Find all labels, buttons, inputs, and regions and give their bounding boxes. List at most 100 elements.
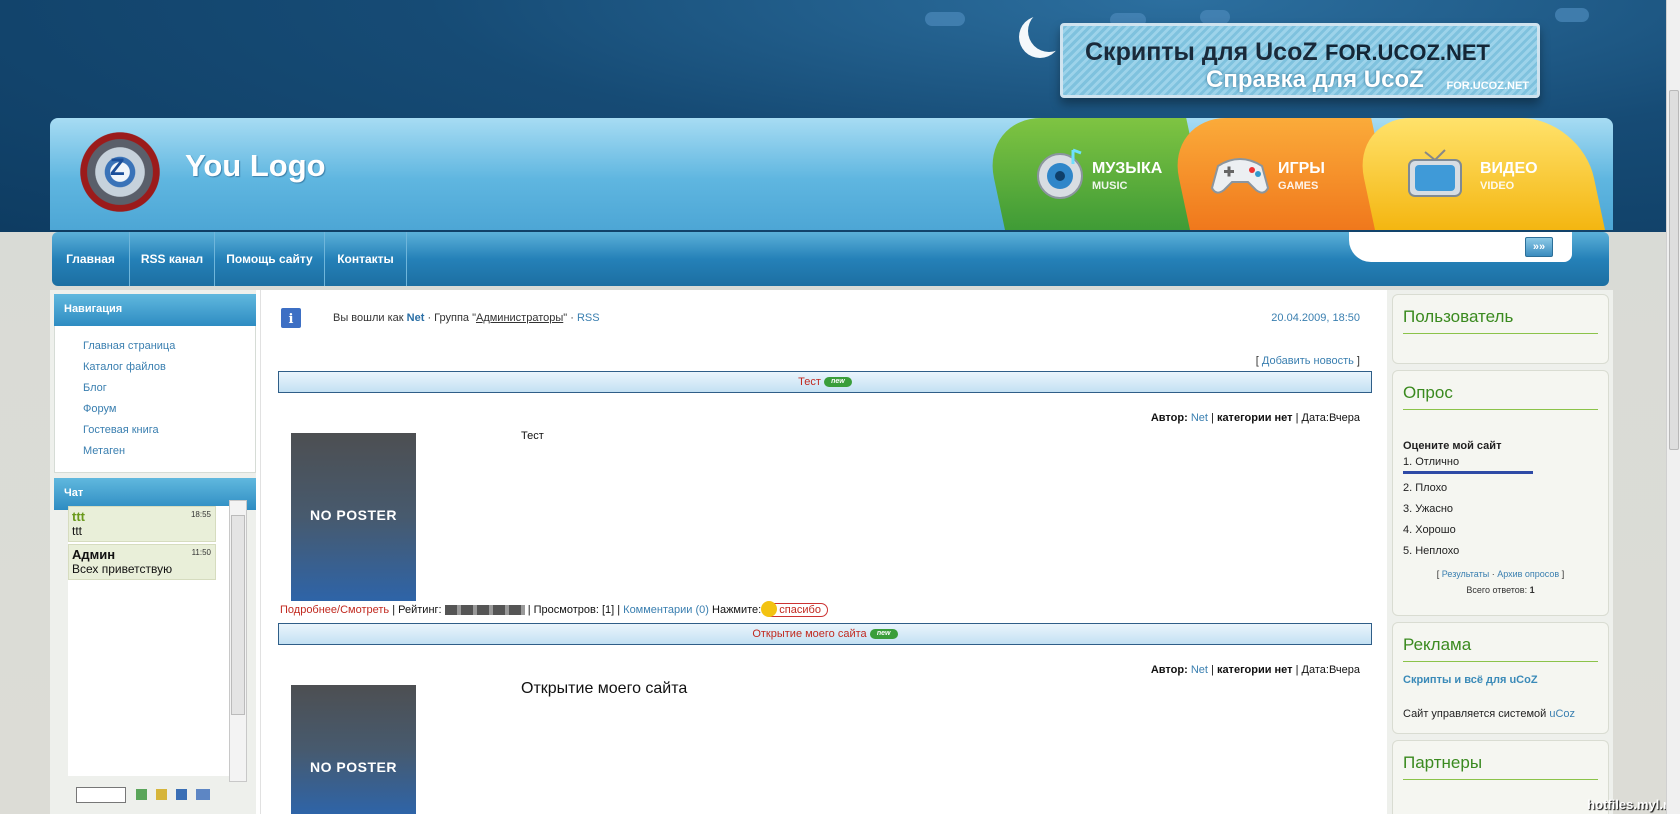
news-meta: Автор: Net | категории нет | Дата:Вчера bbox=[1150, 412, 1360, 424]
page-scrollbar[interactable] bbox=[1666, 0, 1680, 814]
poll-option[interactable]: 5. Неплохо bbox=[1403, 545, 1608, 557]
poll-option[interactable]: 2. Плохо bbox=[1403, 482, 1608, 494]
chat-text: ttt bbox=[72, 524, 83, 538]
poll-links: [ Результаты · Архив опросов ] bbox=[1436, 569, 1565, 579]
welcome-suffix: " · bbox=[563, 312, 574, 324]
poll-option[interactable]: 1. Отлично bbox=[1403, 456, 1608, 468]
welcome-group-text: · Группа " bbox=[427, 312, 476, 324]
poll-total-label: Всего ответов: bbox=[1466, 585, 1528, 595]
smile-icon[interactable] bbox=[156, 789, 167, 800]
more-link[interactable]: Подробнее/Смотреть bbox=[280, 604, 389, 616]
chat-scroll-thumb[interactable] bbox=[231, 515, 245, 715]
search-button[interactable]: »» bbox=[1525, 237, 1553, 257]
menu-item-contacts[interactable]: Контакты bbox=[325, 232, 407, 286]
poll-result-bar bbox=[1403, 471, 1533, 474]
logo-text[interactable]: You Logo bbox=[185, 148, 326, 184]
nav-link[interactable]: Каталог файлов bbox=[83, 361, 255, 382]
banner-line-4: FOR.UCOZ.NET bbox=[1446, 80, 1530, 92]
bbcode-icon[interactable] bbox=[196, 789, 210, 800]
nav-link[interactable]: Гостевая книга bbox=[83, 424, 255, 445]
news-body: Тест bbox=[521, 430, 544, 442]
site-container: Z You Logo МУЗЫКА MUSIC ИГРЫ GAMES ВИДЕО… bbox=[50, 118, 1613, 814]
chat-time: 11:50 bbox=[191, 548, 211, 557]
news-title[interactable]: Тест bbox=[798, 376, 821, 388]
nav-link[interactable]: Метаген bbox=[83, 445, 255, 466]
smile-icon bbox=[761, 601, 778, 617]
category-games-title: ИГРЫ bbox=[1278, 160, 1325, 177]
nav-link[interactable]: Форум bbox=[83, 403, 255, 424]
news-body: Открытие моего сайта bbox=[521, 680, 688, 697]
chat-time: 18:55 bbox=[190, 510, 211, 519]
nav-link[interactable]: Блог bbox=[83, 382, 255, 403]
refresh-icon[interactable] bbox=[136, 789, 147, 800]
navigation-block: Навигация Главная страница Каталог файло… bbox=[54, 294, 256, 473]
poll-option[interactable]: 4. Хорошо bbox=[1403, 524, 1608, 536]
right-sidebar: Пользователь Опрос Оцените мой сайт 1. О… bbox=[1387, 290, 1613, 814]
navigation-title: Навигация bbox=[54, 294, 256, 326]
poll-results-link[interactable]: Результаты bbox=[1442, 569, 1489, 579]
author-label: Автор: bbox=[1150, 664, 1188, 676]
news-title-bar: Открытие моего сайта new bbox=[278, 623, 1372, 645]
cloud-icon bbox=[925, 12, 965, 26]
news-poster[interactable]: NO POSTER bbox=[291, 685, 416, 814]
menu-item-home[interactable]: Главная bbox=[52, 232, 130, 286]
news-title[interactable]: Открытие моего сайта bbox=[752, 628, 866, 640]
ad-banner[interactable]: Скрипты для UcoZ FOR.UCOZ.NET Справка дл… bbox=[1060, 23, 1540, 98]
poll-option[interactable]: 3. Ужасно bbox=[1403, 503, 1608, 515]
poll-title: Опрос bbox=[1403, 383, 1598, 410]
ads-title: Реклама bbox=[1403, 635, 1598, 662]
news-author[interactable]: Net bbox=[1191, 412, 1208, 424]
main-menu: Главная RSS канал Помощь сайту Контакты … bbox=[52, 232, 1609, 286]
logo-letter: Z bbox=[110, 154, 125, 181]
watermark: hotfiles.myl.ru bbox=[1587, 797, 1676, 812]
category-music-subtitle: MUSIC bbox=[1092, 180, 1128, 192]
ads-text: Сайт управляется системой uCoz bbox=[1403, 708, 1608, 720]
news-meta: Автор: Net | категории нет | Дата:Вчера bbox=[1150, 664, 1360, 676]
user-block: Пользователь bbox=[1392, 294, 1609, 364]
category-video[interactable] bbox=[1351, 118, 1605, 230]
news-author[interactable]: Net bbox=[1191, 664, 1208, 676]
poll-archive-link[interactable]: Архив опросов bbox=[1497, 569, 1559, 579]
date-label: Дата: bbox=[1301, 664, 1329, 676]
chat-text: Всех приветствую bbox=[72, 562, 173, 576]
chat-scrollbar[interactable] bbox=[229, 500, 247, 782]
news-title-bar: Тест new bbox=[278, 371, 1372, 393]
ads-text-label: Сайт управляется системой bbox=[1403, 708, 1547, 720]
add-news-link[interactable]: Добавить новость bbox=[1262, 355, 1354, 367]
welcome-rss[interactable]: RSS bbox=[577, 312, 600, 324]
thanks-button[interactable]: спасибо bbox=[761, 601, 828, 617]
comments-link[interactable]: Комментарии (0) bbox=[623, 604, 709, 616]
partners-block: Партнеры bbox=[1392, 740, 1609, 814]
bold-icon[interactable] bbox=[176, 789, 187, 800]
chat-select[interactable] bbox=[76, 787, 126, 803]
navigation-list: Главная страница Каталог файлов Блог Фор… bbox=[54, 326, 256, 473]
new-badge: new bbox=[823, 377, 852, 388]
poll-question: Оцените мой сайт bbox=[1403, 440, 1502, 452]
news-category: категории нет bbox=[1216, 664, 1293, 676]
nav-link[interactable]: Главная страница bbox=[83, 340, 255, 361]
svg-text:i: i bbox=[289, 312, 294, 327]
press-label: Нажмите: bbox=[712, 604, 762, 616]
poll-total: Всего ответов: 1 bbox=[1393, 585, 1608, 595]
welcome-user[interactable]: Net bbox=[407, 312, 425, 324]
page-scroll-thumb[interactable] bbox=[1669, 90, 1679, 450]
content-column: i Вы вошли как Net · Группа "Администрат… bbox=[260, 290, 1382, 814]
tv-icon bbox=[1408, 149, 1462, 197]
rating-stars[interactable] bbox=[444, 605, 525, 616]
welcome-line: Вы вошли как Net · Группа "Администратор… bbox=[333, 312, 600, 324]
site-header: Z You Logo МУЗЫКА MUSIC ИГРЫ GAMES ВИДЕО… bbox=[50, 118, 1613, 230]
news-poster[interactable]: NO POSTER bbox=[291, 433, 416, 601]
chat-messages: ttt 18:55 ttt Админ 11:50 Всех приветств… bbox=[68, 506, 233, 776]
welcome-group[interactable]: Администраторы bbox=[476, 312, 563, 324]
poll-total-value: 1 bbox=[1529, 585, 1535, 595]
logo-emblem-icon[interactable]: Z bbox=[72, 124, 168, 220]
left-sidebar: Навигация Главная страница Каталог файло… bbox=[50, 290, 256, 814]
ads-block: Реклама Скрипты и всё для uCoZ Сайт упра… bbox=[1392, 622, 1609, 734]
banner-line-1: Скрипты для UcoZ bbox=[1085, 38, 1318, 66]
ads-link[interactable]: Скрипты и всё для uCoZ bbox=[1403, 674, 1608, 686]
ucoz-link[interactable]: uCoz bbox=[1549, 708, 1575, 720]
menu-item-help[interactable]: Помощь сайту bbox=[215, 232, 325, 286]
menu-item-rss[interactable]: RSS канал bbox=[130, 232, 215, 286]
add-news: [ Добавить новость ] bbox=[1255, 355, 1360, 367]
poster-text: NO POSTER bbox=[310, 759, 397, 775]
